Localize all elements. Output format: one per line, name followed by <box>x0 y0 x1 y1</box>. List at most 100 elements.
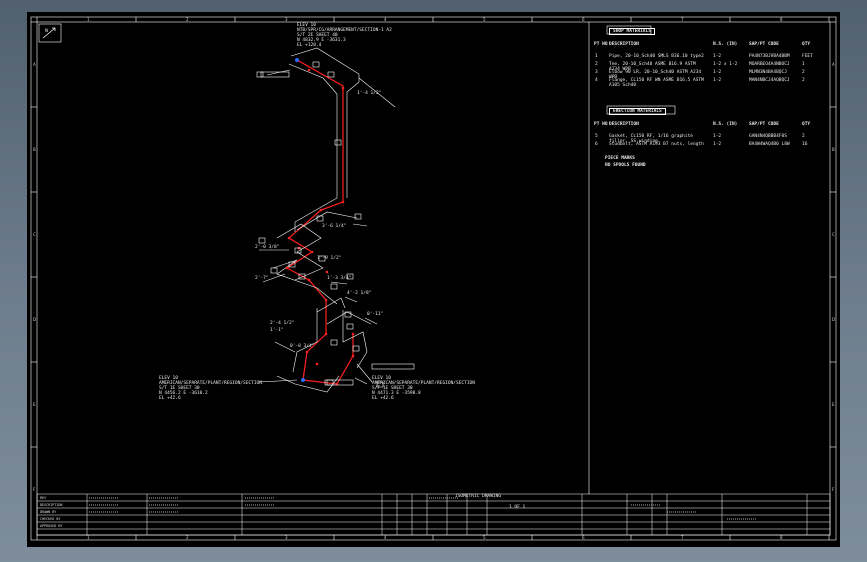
piece-marks-value: NO SPOOLS FOUND <box>605 163 646 168</box>
table-cell-description: Pipe, 20-10_Sch40 SMLS B36.10 type2 <box>609 54 704 59</box>
dim-label: 3'-6 1/4" <box>322 224 347 229</box>
table-cell-qty: 2 <box>802 78 805 83</box>
connection-point <box>295 58 299 62</box>
grid-label-top: 3 <box>285 17 288 22</box>
grid-label-bottom: 6 <box>582 535 585 540</box>
table-cell-qty: FEET <box>802 54 813 59</box>
weld-point <box>315 362 319 366</box>
dimension-line <box>344 296 358 303</box>
dim-label: 0'-11" <box>367 312 384 317</box>
piece-number-tag <box>354 213 362 220</box>
north-arrow-frame <box>38 23 62 43</box>
piece-number-tag <box>256 71 264 78</box>
grid-label-bottom: 1 <box>87 535 90 540</box>
fabrication-title: ERECTION MATERIALS <box>609 108 666 115</box>
pipe-outline <box>276 375 340 393</box>
grid-label-bottom: 7 <box>681 535 684 540</box>
pipe-outline <box>290 47 360 198</box>
dim-label: 4'-2 1/8" <box>347 291 372 296</box>
grid-label-top: 7 <box>681 17 684 22</box>
grid-label-bottom: 8 <box>780 535 783 540</box>
weld-point <box>307 68 311 72</box>
dimension-line <box>364 317 378 325</box>
dimension-line <box>354 377 368 385</box>
dim-label: 1'-4 1/2" <box>357 91 382 96</box>
grid-label-right: D <box>832 317 835 322</box>
piece-number-tag <box>258 237 266 244</box>
dim-label: 2'-0 3/8" <box>255 245 280 250</box>
table-cell-pt: 2 <box>595 62 598 67</box>
table-cell-code: PA4N73BJVBA4BBM <box>749 54 790 59</box>
piece-number-tag <box>352 345 360 352</box>
table-cell-pt: 5 <box>595 134 598 139</box>
piece-number-tag <box>312 61 320 68</box>
table-cell-description: Studbolt, ASTM A193 B7 nuts, length <box>609 142 704 147</box>
table-cell-code: MAN4NBCJ4AQBQCJ <box>749 78 790 83</box>
weld-point <box>319 208 323 212</box>
weld-point <box>324 298 328 302</box>
grid-label-right: B <box>832 147 835 152</box>
grid-label-left: D <box>33 317 36 322</box>
table-cell-size: 1-2 <box>713 54 722 59</box>
table-header-cell: PT NO <box>594 122 608 127</box>
dim-label: 1'-9 1/2" <box>317 256 342 261</box>
grid-label-left: E <box>33 402 36 407</box>
weld-point <box>307 278 311 282</box>
grid-label-top: 5 <box>483 17 486 22</box>
callout-bl-5: EL +42.6 <box>159 396 181 401</box>
table-cell-qty: 2 <box>802 70 805 75</box>
weld-point <box>324 332 328 336</box>
table-cell-qty: 16 <box>802 142 808 147</box>
table-cell-code: MLMN3N4BA4BQCJ <box>749 70 787 75</box>
cut-list-title: SHOP MATERIALS <box>609 28 655 35</box>
dimension-line <box>356 363 373 383</box>
grid-label-bottom: 4 <box>384 535 387 540</box>
dim-label: 2'-4 1/2" <box>270 321 295 326</box>
table-cell-qty: 1 <box>802 62 805 67</box>
grid-label-right: F <box>832 487 835 492</box>
piece-number-tag <box>327 71 335 78</box>
grid-label-right: C <box>832 232 835 237</box>
dimension-line <box>352 223 368 227</box>
piece-number-tag <box>330 339 338 346</box>
grid-label-top: 2 <box>186 17 189 22</box>
table-cell-pt: 6 <box>595 142 598 147</box>
weld-point <box>351 354 355 358</box>
grid-label-top: 1 <box>87 17 90 22</box>
grid-label-top: 6 <box>582 17 585 22</box>
dimension-line <box>258 379 298 383</box>
table-cell-code: MOARBEO4A4NBOCJ <box>749 62 790 67</box>
callout-box-right <box>371 363 415 370</box>
table-header-cell: DESCRIPTION <box>609 122 639 127</box>
piece-number-tag <box>270 267 278 274</box>
pipe-outline <box>272 259 338 305</box>
dim-label: 1'-1" <box>270 328 284 333</box>
pipe-outline <box>316 297 346 313</box>
piece-number-tag <box>334 139 342 146</box>
title-block-label: CHECKED BY <box>40 517 60 521</box>
title-block-label: APPROVED BY <box>40 524 62 528</box>
table-cell-size: 1-2 <box>713 70 722 75</box>
callout-box-left <box>260 71 290 78</box>
dim-label: 1'-3 3/4" <box>327 276 352 281</box>
table-cell-code: BA4W4WAQ4B0 L8W <box>749 142 790 147</box>
table-header-cell: SAP/PT CODE <box>749 42 779 47</box>
grid-label-bottom: 5 <box>483 535 486 540</box>
dim-label: 0'-8 3/4" <box>290 344 315 349</box>
weld-point <box>285 266 289 270</box>
inner-border <box>36 21 831 536</box>
connection-point <box>301 378 305 382</box>
table-header-cell: N.S. (IN) <box>713 42 738 47</box>
outer-border <box>30 16 837 541</box>
table-cell-description: Flange, CL150 RF WN ASME B16.5 ASTM A105… <box>609 78 704 88</box>
table-cell-size: 1-2 <box>713 142 722 147</box>
piece-number-tag <box>346 323 354 330</box>
table-cell-pt: 4 <box>595 78 598 83</box>
table-cell-pt: 3 <box>595 70 598 75</box>
callout-br-5: EL +42.6 <box>372 396 394 401</box>
weld-point <box>341 86 345 90</box>
pipe-outline <box>276 223 324 281</box>
table-header-cell: N.S. (IN) <box>713 122 738 127</box>
grid-label-bottom: 2 <box>186 535 189 540</box>
table-header-cell: PT NO <box>594 42 608 47</box>
